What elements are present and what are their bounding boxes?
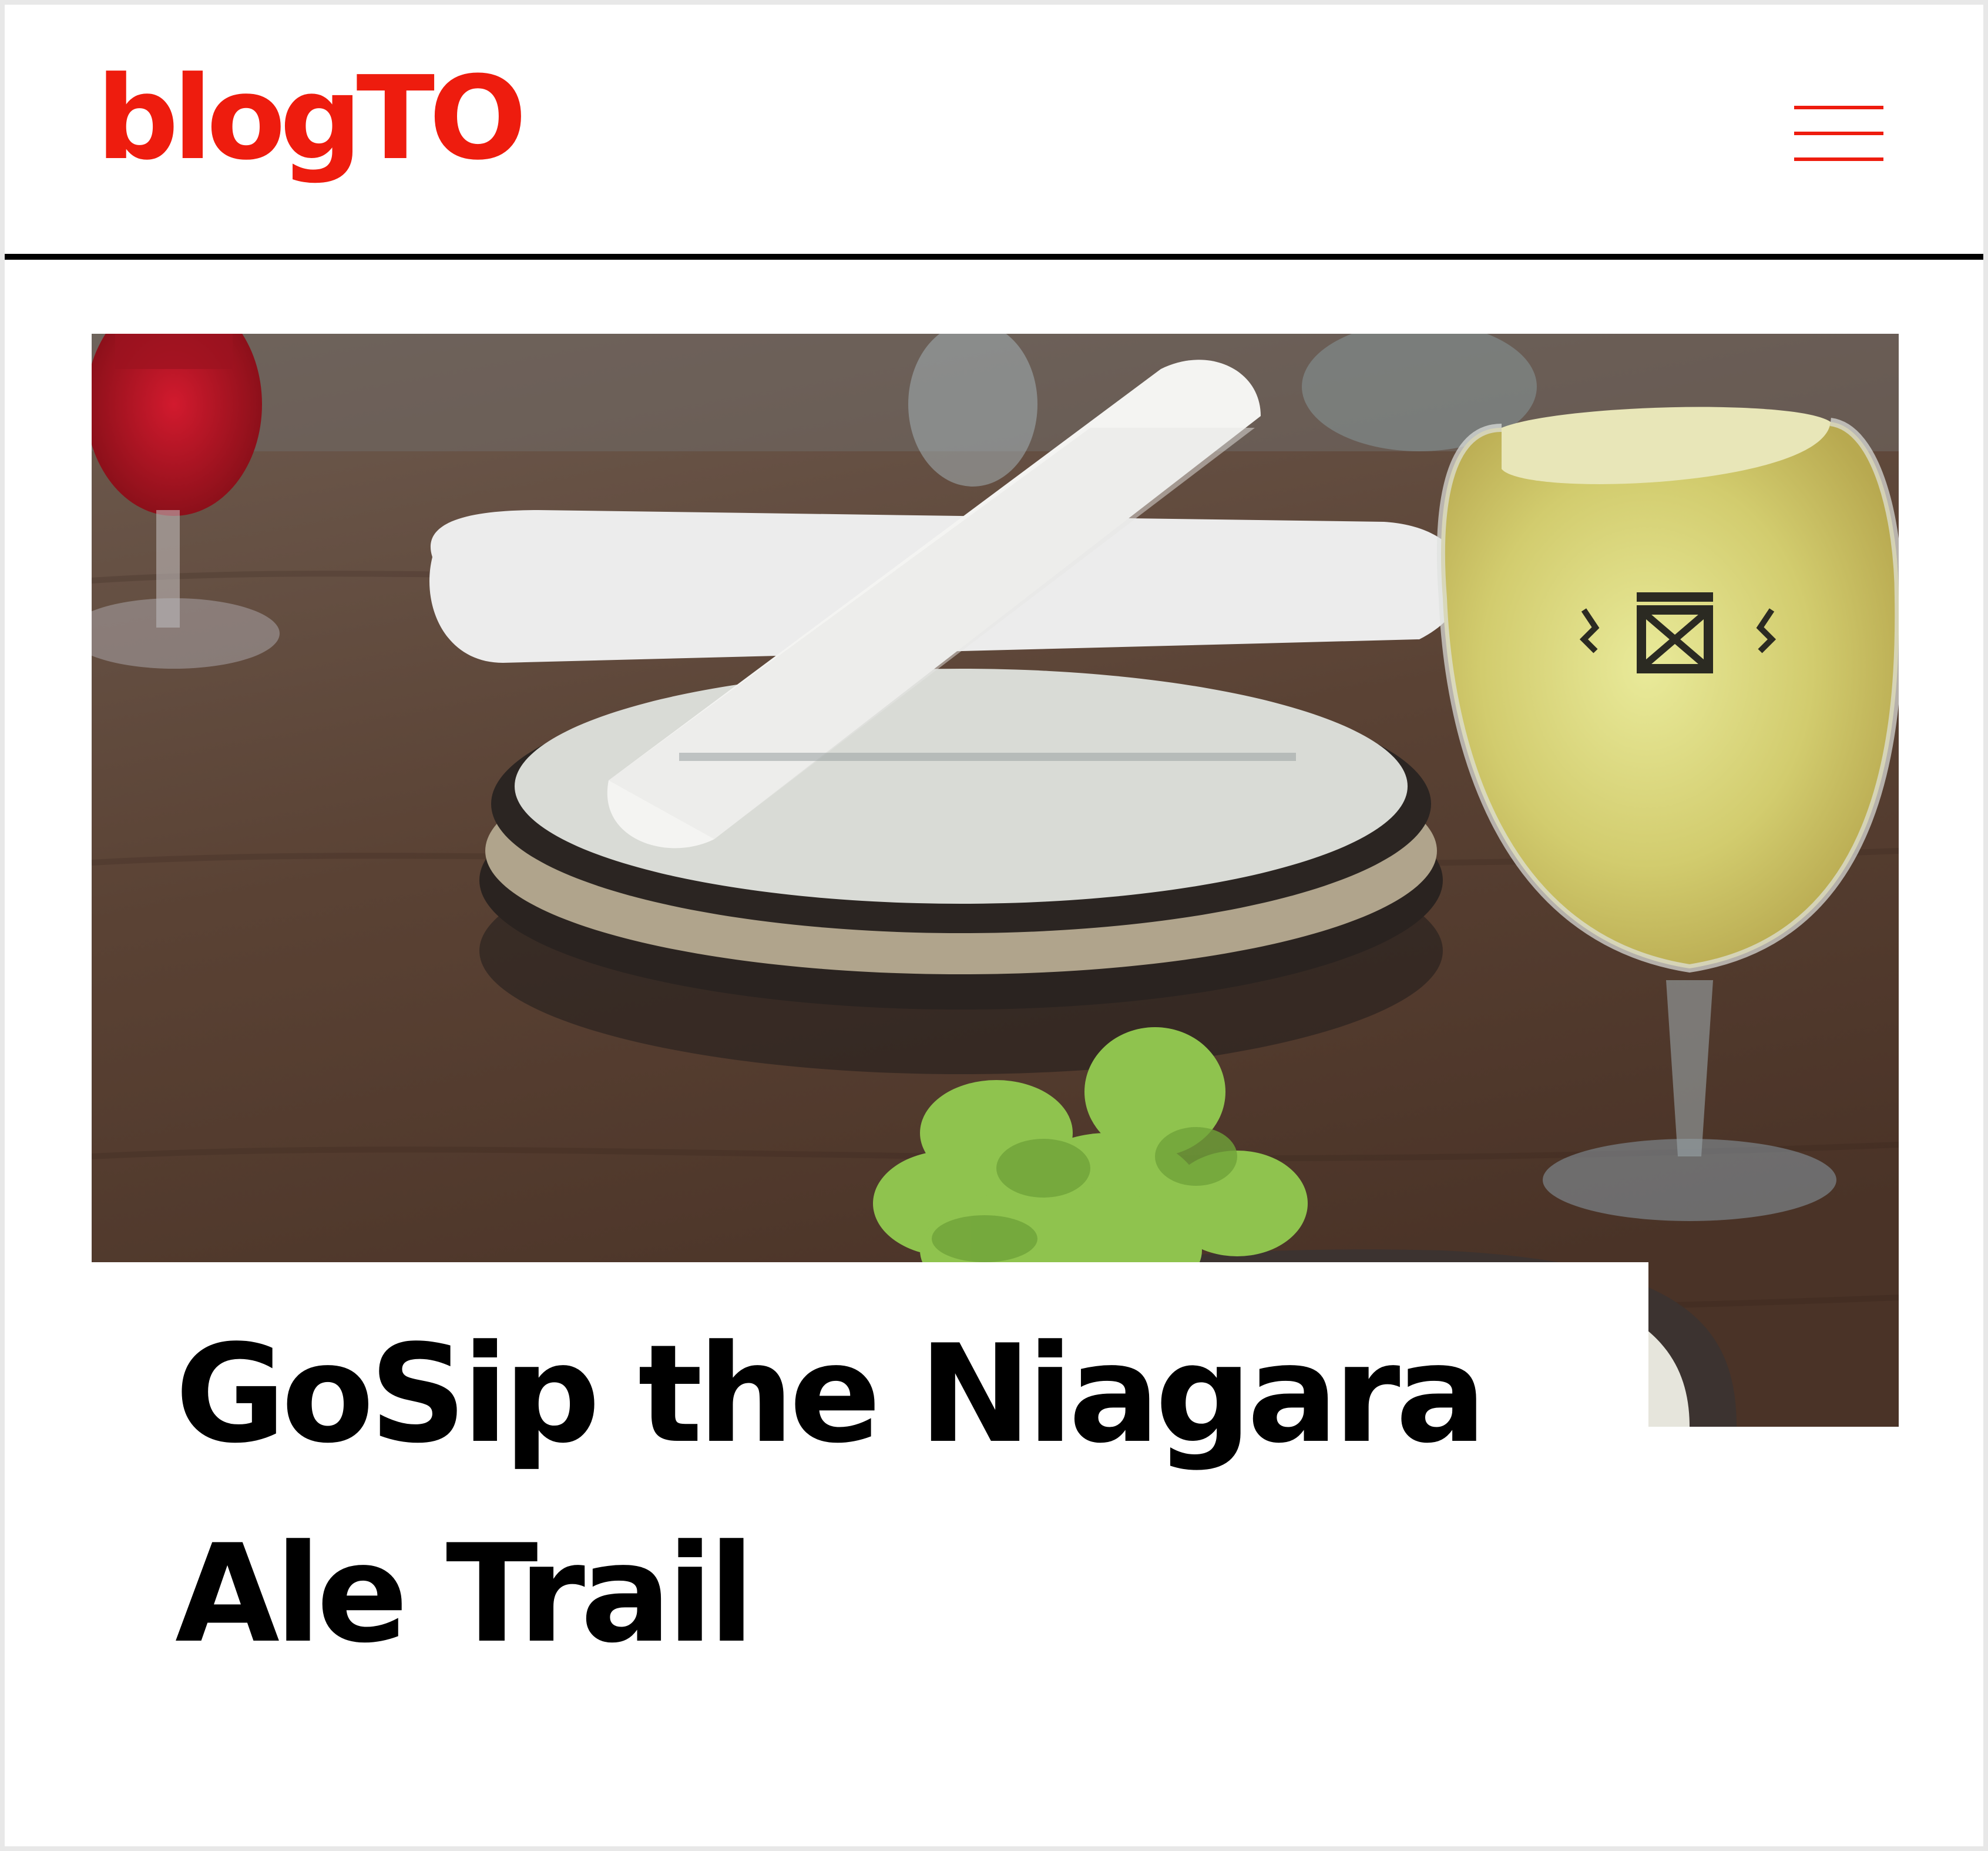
menu-button[interactable] [1787, 99, 1883, 167]
site-logo[interactable]: blogTO [96, 61, 527, 176]
page: blogTO GoSip the Niagara Ale Trail [5, 5, 1983, 1846]
article-title-card: GoSip the Niagara Ale Trail [92, 1262, 1648, 1756]
article-title[interactable]: GoSip the Niagara Ale Trail [175, 1295, 1644, 1695]
header-divider [5, 254, 1983, 260]
site-header: blogTO [5, 5, 1983, 254]
